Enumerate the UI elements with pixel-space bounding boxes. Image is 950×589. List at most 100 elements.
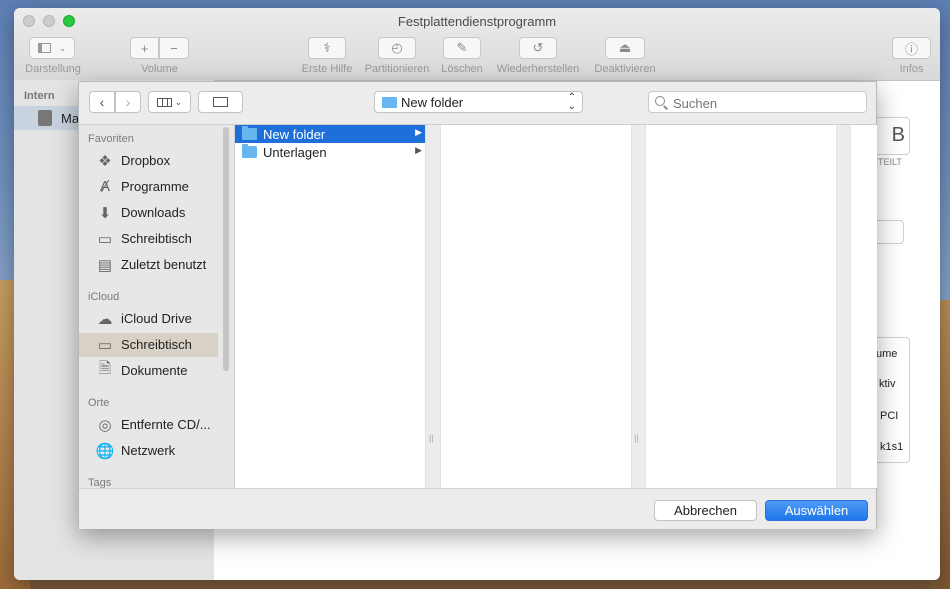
search-field[interactable]: [648, 91, 867, 113]
chevron-down-icon: ⌄: [174, 96, 183, 107]
browser-column-1: New folder ▶ Unterlagen ▶: [235, 125, 426, 488]
sidebar-toggle-icon: [37, 43, 51, 53]
columns-icon: [156, 97, 172, 107]
sidebar-section-icloud: iCloud: [88, 291, 120, 303]
info-fragment-3: PCI: [880, 410, 899, 422]
list-item-new-folder[interactable]: New folder ▶: [235, 125, 425, 143]
disclosure-arrow-icon: ▶: [415, 127, 422, 137]
cancel-button[interactable]: Abbrechen: [654, 500, 757, 521]
column-resize-handle[interactable]: ||: [429, 433, 434, 443]
sidebar-item-label: Netzwerk: [121, 443, 176, 458]
restore-button[interactable]: ↺: [519, 37, 557, 59]
partition-button[interactable]: ◴: [378, 37, 416, 59]
list-item-label: Unterlagen: [263, 145, 327, 160]
dialog-button-bar: Abbrechen Auswählen: [79, 488, 876, 529]
info-icon: ⓘ: [904, 41, 918, 57]
sidebar-section-intern: Intern: [24, 90, 55, 102]
sidebar-item-dropbox[interactable]: ❖ Dropbox: [79, 149, 218, 173]
sidebar-item-applications[interactable]: Ⱥ Programme: [79, 175, 218, 199]
new-folder-button[interactable]: [198, 91, 243, 113]
dialog-toolbar: ‹ › ⌄ New folder ⌃ ⌄: [79, 82, 876, 125]
column-resize-handle[interactable]: ||: [634, 433, 639, 443]
sidebar-item-recents[interactable]: ▤ Zuletzt benutzt: [79, 253, 218, 277]
info-fragment-2: ktiv: [879, 378, 896, 390]
window-title: Festplattendienstprogramm: [397, 14, 557, 29]
sidebar-item-desktop[interactable]: ▭ Schreibtisch: [79, 227, 218, 251]
list-item-label: New folder: [263, 127, 326, 142]
browser-column-2: [440, 125, 632, 488]
open-dialog: ‹ › ⌄ New folder ⌃⌄ Favoriten ❖ Dropbox …: [78, 81, 877, 529]
chevron-left-icon: ‹: [99, 94, 105, 110]
partition-label: Partitionieren: [364, 63, 430, 75]
sidebar-item-documents[interactable]: 🗎 Dokumente: [79, 359, 218, 383]
search-icon: [655, 96, 665, 106]
cloud-icon: ☁: [97, 310, 113, 328]
info-label: Infos: [899, 63, 924, 75]
info-button[interactable]: ⓘ: [892, 37, 931, 59]
sidebar-item-label: Dropbox: [121, 153, 171, 168]
list-item-unterlagen[interactable]: Unterlagen ▶: [235, 143, 425, 161]
sidebar-item-remote-disc[interactable]: ◎ Entfernte CD/...: [79, 413, 218, 437]
network-icon: 🌐: [95, 442, 115, 460]
view-label: Darstellung: [25, 63, 81, 75]
sidebar-item-label: Entfernte CD/...: [121, 417, 211, 432]
erase-label: Löschen: [441, 63, 483, 75]
sidebar-item-network[interactable]: 🌐 Netzwerk: [79, 439, 218, 463]
minus-icon: −: [170, 40, 178, 56]
sidebar-section-favorites: Favoriten: [88, 133, 134, 145]
path-popup-label: New folder: [401, 95, 464, 110]
back-button[interactable]: ‹: [89, 91, 115, 113]
sidebar-item-icloud-desktop[interactable]: ▭ Schreibtisch: [79, 333, 218, 357]
add-volume-button[interactable]: +: [130, 37, 159, 59]
folder-icon: [382, 97, 397, 108]
dropbox-icon: ❖: [98, 152, 112, 170]
sidebar-item-label: Downloads: [121, 205, 186, 220]
disclosure-arrow-icon: ▶: [415, 145, 422, 155]
disc-icon: ◎: [98, 416, 112, 434]
sidebar-item-label: Programme: [121, 179, 189, 194]
desktop-icon: ▭: [97, 230, 113, 248]
sidebar-scrollbar[interactable]: [223, 127, 229, 371]
sidebar-section-places: Orte: [88, 397, 110, 409]
sidebar-item-label: Schreibtisch: [121, 337, 192, 352]
sidebar-item-downloads[interactable]: ⬇ Downloads: [79, 201, 218, 225]
folder-icon: [242, 126, 257, 140]
folder-icon: [242, 144, 257, 158]
view-button[interactable]: ⌄: [29, 37, 75, 59]
window-titlebar: Festplattendienstprogramm ⌄ Darstellung …: [14, 8, 940, 81]
unmount-button[interactable]: ⏏: [605, 37, 645, 59]
sidebar-item-label: Zuletzt benutzt: [121, 257, 207, 272]
info-fragment-1: ume: [876, 348, 898, 360]
volume-label: Volume: [141, 63, 178, 75]
eject-icon: ⏏: [618, 40, 632, 55]
browser-column-4: [850, 125, 877, 488]
view-mode-button[interactable]: ⌄: [148, 91, 191, 113]
remove-volume-button[interactable]: −: [159, 37, 189, 59]
unmount-label: Deaktivieren: [594, 63, 656, 75]
first-aid-button[interactable]: ⚕: [308, 37, 346, 59]
chevron-right-icon: ›: [125, 94, 131, 110]
restore-icon: ↺: [532, 40, 544, 55]
sidebar-item-icloud-drive[interactable]: ☁ iCloud Drive: [79, 307, 218, 331]
restore-label: Wiederherstellen: [496, 63, 580, 75]
new-folder-icon: [213, 97, 228, 107]
choose-button[interactable]: Auswählen: [765, 500, 868, 521]
forward-button[interactable]: ›: [115, 91, 141, 113]
capacity-unit-fragment: B: [891, 124, 905, 146]
search-input[interactable]: [671, 94, 865, 112]
documents-icon: 🗎: [98, 360, 112, 377]
path-popup[interactable]: New folder ⌃ ⌄: [374, 91, 583, 113]
updown-chevron-icon: ⌃ ⌄: [567, 92, 576, 112]
erase-button[interactable]: ✎: [443, 37, 481, 59]
sidebar-item-label: iCloud Drive: [121, 311, 192, 326]
pie-icon: ◴: [391, 40, 403, 55]
stethoscope-icon: ⚕: [323, 40, 331, 55]
sidebar-item-label: Schreibtisch: [121, 231, 192, 246]
sidebar-section-tags: Tags: [88, 477, 112, 488]
disk-icon: [38, 110, 52, 126]
info-fragment-4: k1s1: [880, 441, 904, 453]
dialog-sidebar: Favoriten ❖ Dropbox Ⱥ Programme ⬇ Downlo…: [79, 125, 235, 488]
browser-column-3: [645, 125, 837, 488]
downloads-icon: ⬇: [98, 204, 112, 222]
erase-icon: ✎: [456, 40, 468, 55]
